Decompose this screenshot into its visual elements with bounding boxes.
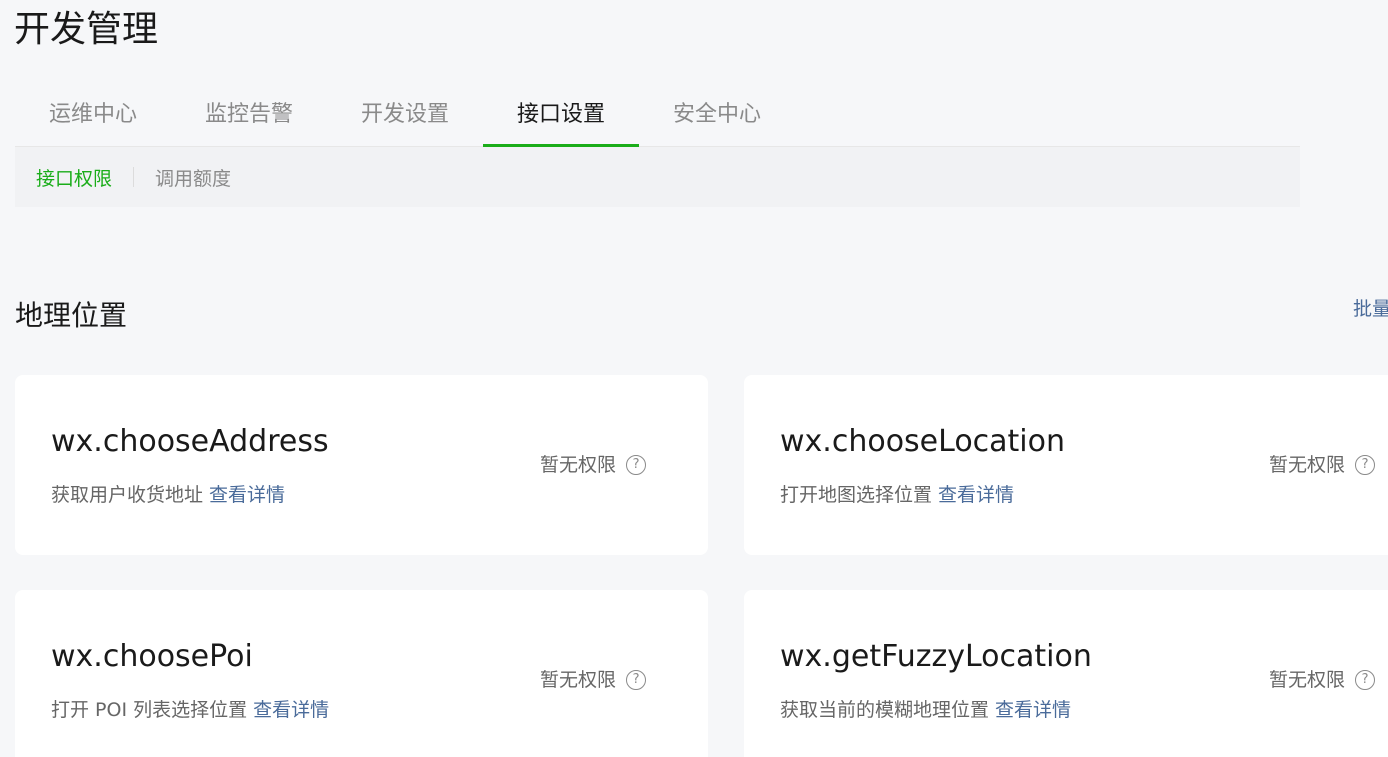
permission-status: 暂无权限 ? bbox=[1269, 666, 1376, 694]
api-description: 打开 POI 列表选择位置 查看详情 bbox=[51, 696, 329, 724]
permission-status-text: 暂无权限 bbox=[540, 669, 617, 691]
question-circle-icon[interactable]: ? bbox=[1355, 455, 1376, 475]
api-description-text: 获取当前的模糊地理位置 bbox=[780, 699, 990, 721]
tab-api-settings[interactable]: 接口设置 bbox=[483, 86, 639, 147]
page: 开发管理 运维中心 监控告警 开发设置 接口设置 安全中心 接口权限 调用额度 … bbox=[0, 0, 1388, 757]
api-description: 获取当前的模糊地理位置 查看详情 bbox=[780, 696, 1071, 724]
view-details-link[interactable]: 查看详情 bbox=[938, 484, 1014, 506]
api-name: wx.chooseLocation bbox=[780, 424, 1066, 459]
permission-status: 暂无权限 ? bbox=[1269, 451, 1376, 479]
api-description-text: 打开地图选择位置 bbox=[780, 484, 933, 506]
question-circle-icon[interactable]: ? bbox=[626, 670, 647, 690]
permission-status: 暂无权限 ? bbox=[540, 666, 647, 694]
api-description: 打开地图选择位置 查看详情 bbox=[780, 481, 1014, 509]
permission-status: 暂无权限 ? bbox=[540, 451, 647, 479]
api-card: wx.chooseLocation 打开地图选择位置 查看详情 暂无权限 ? bbox=[744, 375, 1388, 555]
subtab-api-permissions[interactable]: 接口权限 bbox=[15, 164, 133, 191]
tab-security-center[interactable]: 安全中心 bbox=[639, 86, 795, 146]
api-name: wx.choosePoi bbox=[51, 639, 253, 674]
tab-dev-settings[interactable]: 开发设置 bbox=[327, 86, 483, 146]
section-title: 地理位置 bbox=[15, 299, 128, 332]
permission-status-text: 暂无权限 bbox=[1269, 669, 1346, 691]
permission-status-text: 暂无权限 bbox=[1269, 454, 1346, 476]
api-description-text: 打开 POI 列表选择位置 bbox=[51, 699, 248, 721]
page-title: 开发管理 bbox=[14, 9, 159, 50]
sub-tab-bar: 接口权限 调用额度 bbox=[15, 147, 1300, 207]
tab-monitoring-alerts[interactable]: 监控告警 bbox=[171, 86, 327, 146]
view-details-link[interactable]: 查看详情 bbox=[995, 699, 1071, 721]
api-description: 获取用户收货地址 查看详情 bbox=[51, 481, 285, 509]
question-circle-icon[interactable]: ? bbox=[1355, 670, 1376, 690]
api-name: wx.getFuzzyLocation bbox=[780, 639, 1092, 674]
view-details-link[interactable]: 查看详情 bbox=[209, 484, 285, 506]
api-card: wx.getFuzzyLocation 获取当前的模糊地理位置 查看详情 暂无权限… bbox=[744, 590, 1388, 757]
subtab-call-quota[interactable]: 调用额度 bbox=[134, 164, 252, 191]
api-description-text: 获取用户收货地址 bbox=[51, 484, 204, 506]
batch-action-link[interactable]: 批量 bbox=[1353, 295, 1388, 323]
tab-ops-center[interactable]: 运维中心 bbox=[15, 86, 171, 146]
permission-status-text: 暂无权限 bbox=[540, 454, 617, 476]
api-card: wx.choosePoi 打开 POI 列表选择位置 查看详情 暂无权限 ? bbox=[15, 590, 708, 757]
api-name: wx.chooseAddress bbox=[51, 424, 329, 459]
main-tab-bar: 运维中心 监控告警 开发设置 接口设置 安全中心 bbox=[15, 86, 1300, 147]
api-card: wx.chooseAddress 获取用户收货地址 查看详情 暂无权限 ? bbox=[15, 375, 708, 555]
view-details-link[interactable]: 查看详情 bbox=[253, 699, 329, 721]
question-circle-icon[interactable]: ? bbox=[626, 455, 647, 475]
